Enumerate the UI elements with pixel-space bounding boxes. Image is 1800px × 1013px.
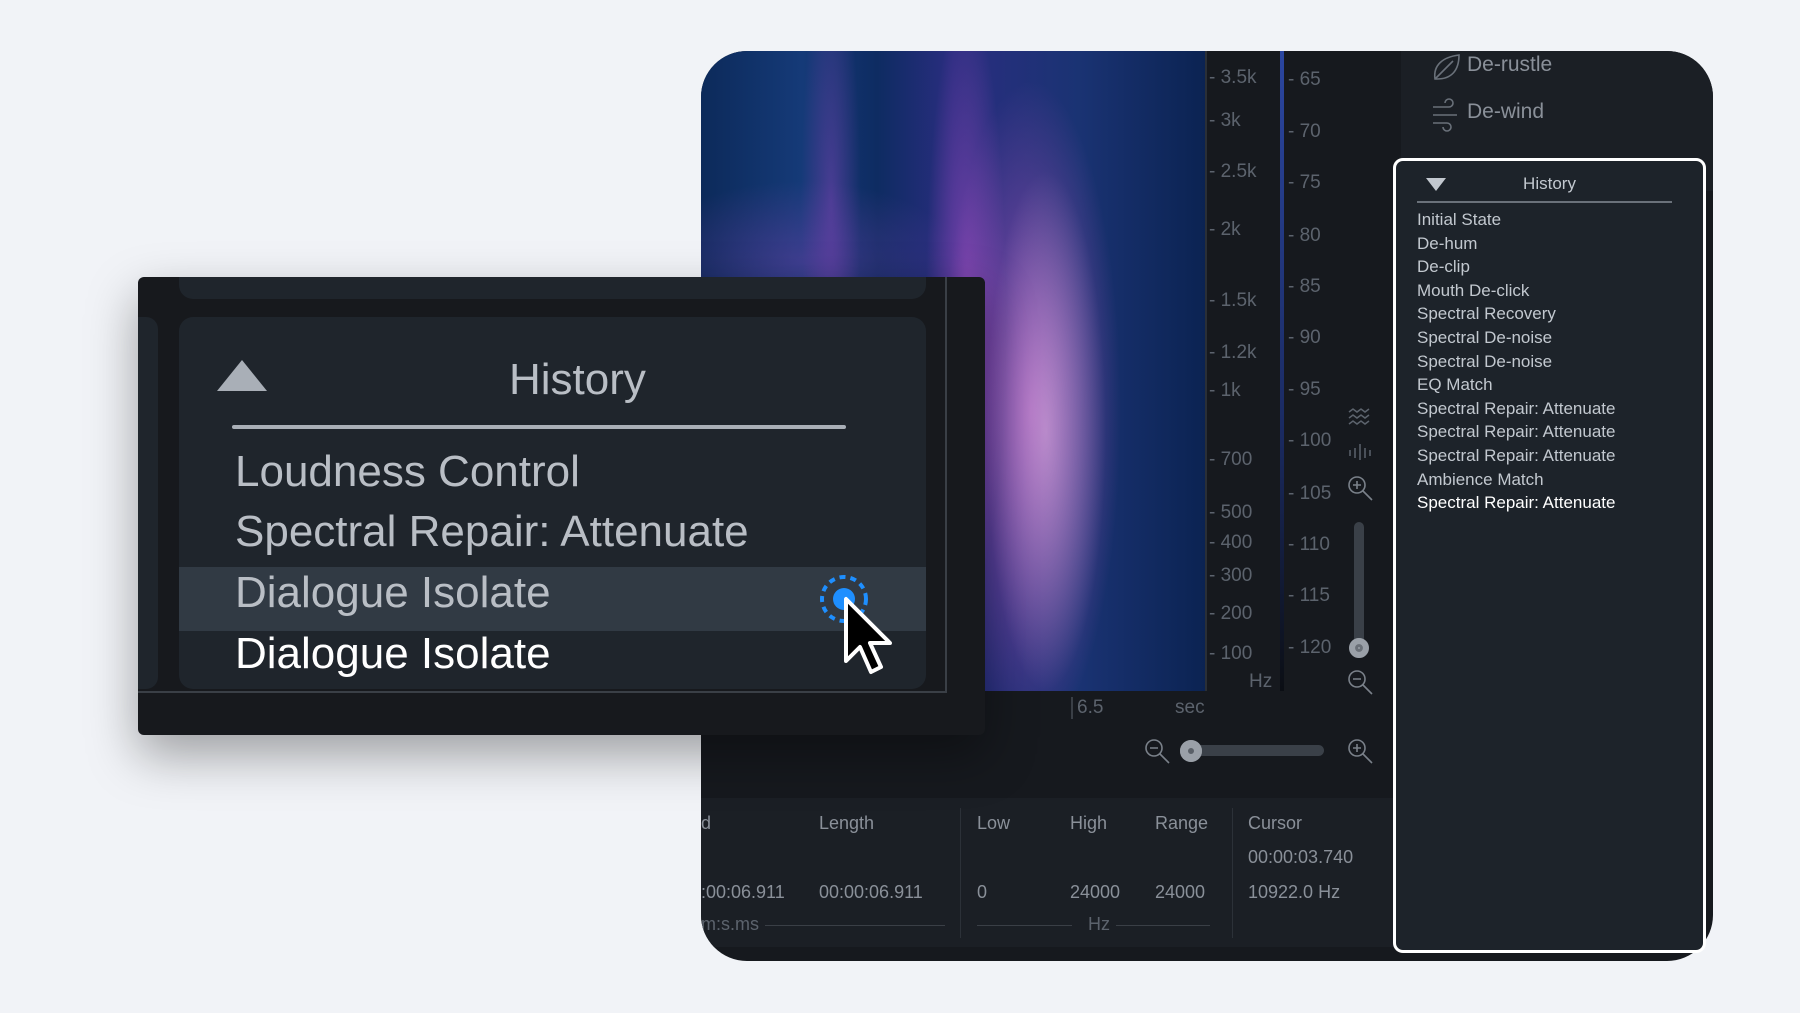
popup-item-hovered[interactable]: Dialogue Isolate <box>235 568 551 618</box>
wind-icon <box>1433 98 1457 132</box>
history-title-large: History <box>509 355 646 404</box>
history-card: History Loudness Control Spectral Repair… <box>179 317 926 689</box>
zoom-in-horizontal-icon[interactable] <box>1346 737 1374 765</box>
frequency-tick: - 200 <box>1209 603 1253 624</box>
low-value[interactable]: 0 <box>977 882 987 903</box>
db-tick: - 95 <box>1288 379 1321 400</box>
frequency-unit: Hz <box>1249 671 1273 692</box>
frequency-tick: - 3k <box>1209 110 1241 131</box>
divider <box>765 925 945 926</box>
leaf-icon <box>1434 54 1460 80</box>
history-divider-large <box>232 425 846 429</box>
vertical-zoom-handle[interactable] <box>1349 638 1369 658</box>
db-tick: - 75 <box>1288 172 1321 193</box>
history-item[interactable]: EQ Match <box>1417 373 1615 397</box>
history-item[interactable]: Spectral Recovery <box>1417 302 1615 326</box>
module-de-wind[interactable]: De-wind <box>1467 100 1544 124</box>
frequency-format-unit: Hz <box>1088 914 1110 934</box>
time-unit: sec <box>1175 697 1205 718</box>
history-item[interactable]: Initial State <box>1417 208 1615 232</box>
history-panel: History Initial State De-hum De-clip Mouth … <box>1393 158 1706 953</box>
header-low: Low <box>977 813 1011 833</box>
db-tick: - 100 <box>1288 430 1332 451</box>
zoom-out-vertical-icon[interactable] <box>1346 668 1374 696</box>
divider <box>977 925 1072 926</box>
db-tick: - 120 <box>1288 637 1332 658</box>
spectrogram-border <box>1205 51 1207 691</box>
history-zoom-callout: History Loudness Control Spectral Repair… <box>138 277 985 735</box>
frequency-tick: - 700 <box>1209 449 1253 470</box>
history-item[interactable]: Spectral Repair: Attenuate <box>1417 420 1615 444</box>
divider <box>1116 925 1210 926</box>
spectral-view-icon[interactable] <box>1347 442 1373 462</box>
header-length: Length <box>819 813 875 833</box>
frequency-tick: - 2.5k <box>1209 161 1257 182</box>
high-value[interactable]: 24000 <box>1070 882 1120 903</box>
history-list: Initial State De-hum De-clip Mouth De-click… <box>1417 208 1615 515</box>
frequency-tick: - 300 <box>1209 565 1253 586</box>
cursor-frequency: 10922.0 Hz <box>1248 882 1341 902</box>
frequency-tick: - 1.2k <box>1209 342 1257 363</box>
db-tick: - 80 <box>1288 225 1321 246</box>
frequency-tick: - 1.5k <box>1209 290 1257 311</box>
popup-bottom-edge <box>138 691 947 693</box>
popup-item-current[interactable]: Dialogue Isolate <box>235 629 551 679</box>
vertical-zoom-slider[interactable] <box>1354 522 1364 652</box>
divider <box>1232 808 1233 938</box>
cursor-time: 00:00:03.740 <box>1248 847 1354 867</box>
db-tick: - 70 <box>1288 121 1321 142</box>
zoom-out-horizontal-icon[interactable] <box>1143 737 1171 765</box>
db-tick: - 85 <box>1288 276 1321 297</box>
history-item[interactable]: Spectral De-noise <box>1417 350 1615 374</box>
history-item[interactable]: Spectral De-noise <box>1417 326 1615 350</box>
db-tick: - 115 <box>1288 585 1330 606</box>
header-high: High <box>1070 813 1108 833</box>
history-item[interactable]: Ambience Match <box>1417 468 1615 492</box>
popup-item[interactable]: Loudness Control <box>235 447 580 497</box>
frequency-tick: - 500 <box>1209 502 1253 523</box>
end-value[interactable]: :00:06.911 <box>701 882 785 903</box>
panel-above <box>179 277 926 299</box>
mouse-cursor-icon <box>820 575 892 674</box>
frequency-tick: - 2k <box>1209 219 1241 240</box>
header-cursor: Cursor <box>1248 813 1303 833</box>
db-tick: - 65 <box>1288 69 1321 90</box>
db-tick: - 90 <box>1288 327 1321 348</box>
time-tick: 6.5 <box>1071 697 1103 719</box>
horizontal-zoom-slider[interactable] <box>1188 745 1324 756</box>
history-item[interactable]: Spectral Repair: Attenuate <box>1417 491 1615 515</box>
frequency-tick: - 3.5k <box>1209 67 1257 88</box>
frequency-tick: - 100 <box>1209 643 1253 664</box>
db-tick: - 105 <box>1288 483 1332 504</box>
frequency-tick: - 1k <box>1209 380 1241 401</box>
db-tick: - 110 <box>1288 534 1330 555</box>
history-item[interactable]: De-hum <box>1417 232 1615 256</box>
module-de-rustle[interactable]: De-rustle <box>1467 53 1552 77</box>
popup-edge <box>945 277 947 691</box>
expand-triangle-icon[interactable] <box>217 360 267 391</box>
history-item[interactable]: Spectral Repair: Attenuate <box>1417 444 1615 468</box>
db-meter-bar <box>1280 51 1284 691</box>
frequency-tick: - 400 <box>1209 532 1253 553</box>
divider <box>960 808 961 938</box>
range-value[interactable]: 24000 <box>1155 882 1205 903</box>
history-item[interactable]: De-clip <box>1417 255 1615 279</box>
length-value[interactable]: 00:00:06.911 <box>819 882 923 903</box>
waveform-view-icon[interactable] <box>1347 406 1373 430</box>
popup-item[interactable]: Spectral Repair: Attenuate <box>235 507 749 557</box>
panel-left <box>138 317 158 689</box>
history-title: History <box>1523 174 1576 193</box>
header-range: Range <box>1155 813 1209 833</box>
history-item[interactable]: Mouth De-click <box>1417 279 1615 303</box>
history-divider <box>1417 201 1672 203</box>
time-format-unit: m:s.ms <box>701 914 759 934</box>
history-item[interactable]: Spectral Repair: Attenuate <box>1417 397 1615 421</box>
header-end: d <box>701 813 712 833</box>
zoom-in-vertical-icon[interactable] <box>1346 474 1374 502</box>
horizontal-zoom-handle[interactable] <box>1180 740 1202 762</box>
